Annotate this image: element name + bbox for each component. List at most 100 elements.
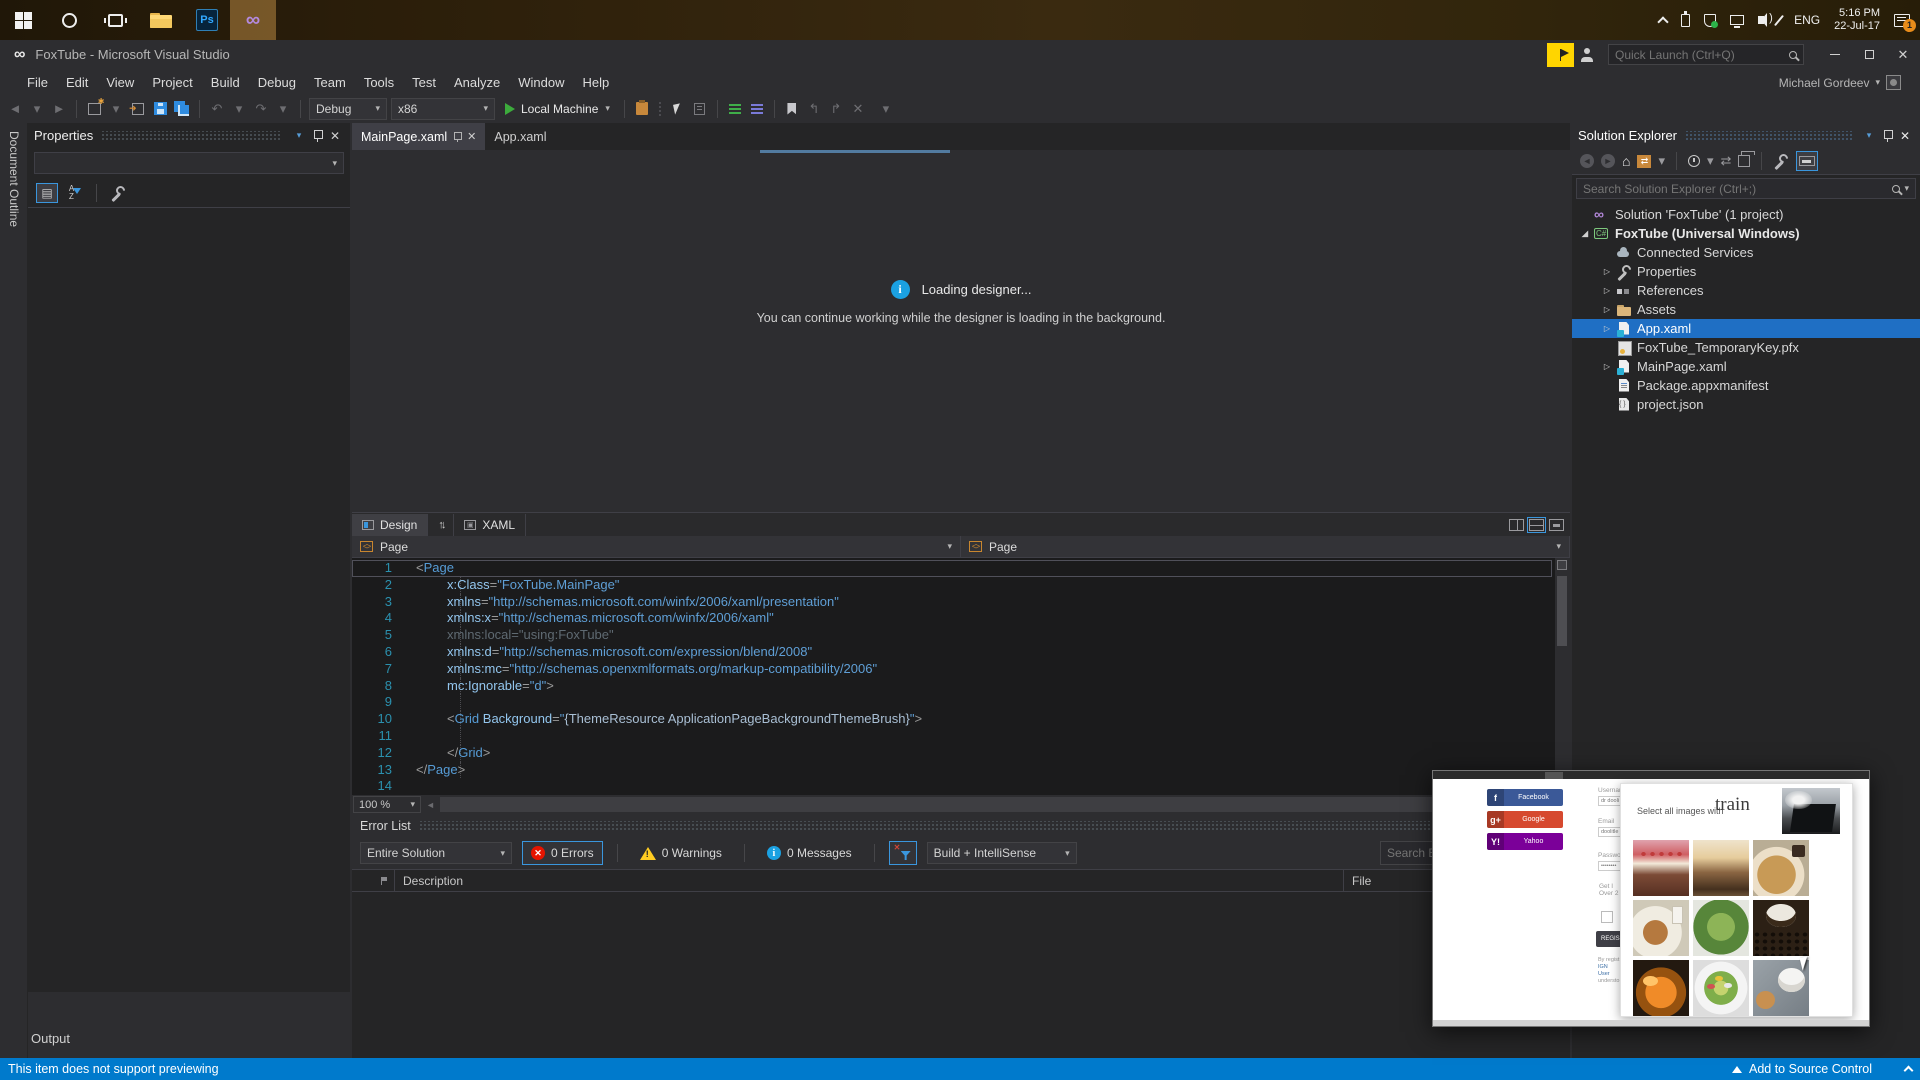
vertical-split-icon[interactable] — [1509, 518, 1524, 531]
security-shield-icon[interactable] — [1704, 13, 1719, 28]
code-line-2[interactable]: 2 x:Class="FoxTube.MainPage" — [352, 576, 1552, 594]
captcha-tile-pancakes[interactable] — [1753, 840, 1809, 896]
code-line-10[interactable]: 10 <Grid Background="{ThemeResource Appli… — [352, 711, 1552, 728]
redo-button[interactable]: ↷ — [252, 99, 270, 119]
captcha-tile-salad2[interactable] — [1693, 960, 1749, 1016]
pin-icon[interactable] — [308, 127, 326, 145]
navigate-back-dropdown-icon[interactable]: ▾ — [28, 99, 46, 119]
code-line-4[interactable]: 4 xmlns:x="http://schemas.microsoft.com/w… — [352, 610, 1552, 627]
selected-object-dropdown[interactable]: ▾ — [34, 152, 344, 174]
errors-filter-button[interactable]: ✕ 0 Errors — [522, 841, 603, 865]
window-position-icon[interactable]: ▾ — [1860, 127, 1878, 145]
menu-view[interactable]: View — [97, 73, 143, 92]
toolbar-overflow-icon[interactable]: ▾ — [877, 99, 895, 119]
solution-platform-dropdown[interactable]: x86 ▾ — [391, 97, 495, 120]
pen-icon[interactable] — [1774, 14, 1785, 26]
solution-explorer-search-input[interactable] — [1583, 181, 1893, 196]
error-list-body[interactable] — [352, 892, 1570, 1058]
tree-item-references[interactable]: ▷ References — [1572, 281, 1920, 300]
split-grip-icon[interactable] — [1557, 560, 1567, 570]
feedback-icon[interactable] — [1580, 47, 1598, 62]
clear-bookmarks-button[interactable]: ✕ — [849, 99, 867, 119]
cortana-button[interactable] — [46, 0, 92, 40]
network-icon[interactable] — [1730, 15, 1745, 28]
solution-explorer-search-box[interactable]: ▾ — [1576, 178, 1916, 199]
xaml-designer-pane[interactable]: i Loading designer... You can continue w… — [352, 150, 1570, 512]
filter-dropdown-icon[interactable]: ▾ — [1707, 151, 1714, 171]
sync-dropdown-icon[interactable]: ▾ — [1658, 151, 1665, 171]
error-list-header[interactable]: Error List — [352, 814, 1570, 837]
document-outline-tab[interactable]: Document Outline — [7, 131, 21, 227]
home-button[interactable]: ⌂ — [1622, 151, 1630, 171]
restore-button[interactable] — [1852, 40, 1886, 69]
new-project-button[interactable] — [85, 97, 105, 119]
messages-filter-button[interactable]: i 0 Messages — [759, 841, 860, 865]
menu-file[interactable]: File — [18, 73, 57, 92]
captcha-tile-salad[interactable] — [1693, 900, 1749, 956]
captcha-tile-fruit[interactable] — [1633, 960, 1689, 1016]
expand-arrow-icon[interactable]: ▷ — [1600, 324, 1614, 333]
tab-mainpage-xaml[interactable]: MainPage.xaml ✕ — [352, 123, 486, 150]
task-view-button[interactable] — [92, 0, 138, 40]
properties-header[interactable]: Properties ▾ ✕ — [28, 123, 350, 148]
clock[interactable]: 5:16 PM 22-Jul-17 — [1834, 7, 1880, 33]
tree-item-connected-services[interactable]: Connected Services — [1572, 243, 1920, 262]
pin-icon[interactable] — [1878, 127, 1896, 145]
language-indicator[interactable]: ENG — [1794, 13, 1820, 27]
bookmark-button[interactable] — [783, 99, 801, 119]
zoom-level-dropdown[interactable]: 100 % ▾ — [353, 796, 421, 813]
menu-help[interactable]: Help — [574, 73, 619, 92]
captcha-tile-coffee[interactable] — [1753, 960, 1809, 1016]
menu-window[interactable]: Window — [509, 73, 573, 92]
menu-edit[interactable]: Edit — [57, 73, 97, 92]
quick-launch-input[interactable] — [1615, 47, 1789, 62]
captcha-tile-beans[interactable] — [1753, 900, 1809, 956]
forward-button[interactable]: ► — [1601, 151, 1615, 171]
start-debugging-button[interactable]: Local Machine ▾ — [499, 98, 616, 120]
close-button[interactable]: ✕ — [1886, 40, 1920, 69]
xaml-view-tab[interactable]: ▣ XAML — [453, 513, 527, 536]
properties-button[interactable] — [1773, 151, 1789, 171]
refresh-button[interactable]: ⇄ — [1721, 151, 1732, 171]
captcha-tile-breakfast[interactable] — [1633, 900, 1689, 956]
expand-arrow-icon[interactable]: ▷ — [1600, 267, 1614, 276]
speaker-icon[interactable] — [1758, 12, 1773, 27]
uncomment-button[interactable] — [748, 99, 766, 119]
error-scope-dropdown[interactable]: Entire Solution ▾ — [360, 842, 512, 864]
tree-item-project-json[interactable]: project.json — [1572, 395, 1920, 414]
editor-vertical-scrollbar[interactable]: ▼ — [1555, 558, 1570, 795]
comment-button[interactable] — [726, 99, 744, 119]
undo-dropdown-icon[interactable]: ▾ — [230, 99, 248, 119]
alphabetical-sort-button[interactable]: AZ — [64, 183, 86, 203]
tree-item-solution-foxtube-1-project[interactable]: Solution 'FoxTube' (1 project) — [1572, 205, 1920, 224]
tab-app-xaml[interactable]: App.xaml — [485, 123, 555, 150]
categorized-view-button[interactable]: ▤ — [36, 182, 58, 203]
filter-toggle-button[interactable] — [888, 841, 917, 865]
code-line-5[interactable]: 5 xmlns:local="using:FoxTube" — [352, 627, 1552, 644]
collapse-all-button[interactable] — [1738, 151, 1756, 171]
tree-item-assets[interactable]: ▷ Assets — [1572, 300, 1920, 319]
menu-project[interactable]: Project — [143, 73, 201, 92]
save-all-button[interactable] — [173, 99, 191, 119]
newsletter-checkbox[interactable] — [1601, 911, 1613, 923]
code-line-7[interactable]: 7 xmlns:mc="http://schemas.openxmlformats… — [352, 660, 1552, 678]
save-button[interactable] — [151, 99, 169, 119]
design-breadcrumb[interactable]: <> Page ▾ — [352, 536, 961, 557]
menu-analyze[interactable]: Analyze — [445, 73, 509, 92]
close-panel-icon[interactable]: ✕ — [326, 127, 344, 145]
photoshop-button[interactable]: Ps — [184, 0, 230, 40]
menu-test[interactable]: Test — [403, 73, 445, 92]
warnings-filter-button[interactable]: 0 Warnings — [632, 841, 730, 865]
tab-pin-icon[interactable] — [454, 131, 463, 142]
code-line-13[interactable]: 13 </Page> — [352, 761, 1552, 779]
tree-item-mainpage-xaml[interactable]: ▷ MainPage.xaml — [1572, 357, 1920, 376]
output-panel-title[interactable]: Output — [31, 1031, 70, 1046]
pending-changes-filter-button[interactable] — [1688, 151, 1700, 171]
collapse-arrow-icon[interactable]: ◢ — [1578, 229, 1592, 238]
add-to-source-control-button[interactable]: Add to Source Control — [1749, 1062, 1872, 1076]
captcha-tile-cake[interactable] — [1633, 840, 1689, 896]
tree-item-properties[interactable]: ▷ Properties — [1572, 262, 1920, 281]
editor-horizontal-scrollbar[interactable] — [439, 797, 1548, 812]
code-line-12[interactable]: 12 </Grid> — [352, 744, 1552, 762]
swap-panes-icon[interactable]: ↑↓ — [428, 519, 453, 531]
